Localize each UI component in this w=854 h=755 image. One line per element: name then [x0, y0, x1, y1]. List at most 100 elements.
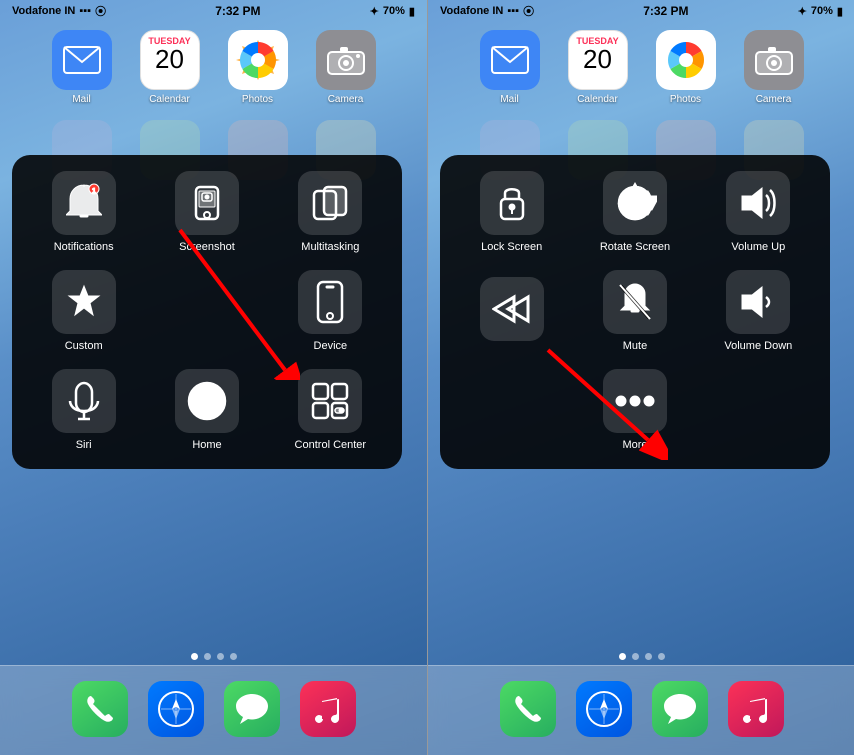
- battery-icon-right: ▮: [837, 5, 843, 18]
- app-camera-right[interactable]: Camera: [739, 30, 809, 105]
- empty-icon: [175, 280, 239, 344]
- mute-icon: [603, 270, 667, 334]
- camera-icon-right: [744, 30, 804, 90]
- status-bar-right: Vodafone IN ▪▪▪ ⦿ 7:32 PM ✦ 70% ▮: [428, 0, 854, 22]
- home-icon-left: [175, 369, 239, 433]
- volume-up-label: Volume Up: [731, 241, 785, 254]
- volume-down-label: Volume Down: [724, 340, 792, 353]
- assistive-overlay-left: 1 Notifications Screensh: [12, 155, 402, 469]
- assistive-rotate-screen[interactable]: Rotate Screen: [579, 171, 690, 254]
- photos-icon-left: [228, 30, 288, 90]
- dock-music-right[interactable]: [728, 681, 784, 737]
- dock-messages-left[interactable]: [224, 681, 280, 737]
- status-bar-left: Vodafone IN ▪▪▪ ⦿ 7:32 PM ✦ 70% ▮: [0, 0, 427, 22]
- custom-icon: [52, 270, 116, 334]
- page-dot-1: [191, 653, 198, 660]
- screenshot-icon: [175, 171, 239, 235]
- app-mail-left[interactable]: Mail: [47, 30, 117, 105]
- app-mail-right[interactable]: Mail: [475, 30, 545, 105]
- photos-label-left: Photos: [242, 94, 273, 105]
- assistive-volume-up[interactable]: Volume Up: [703, 171, 814, 254]
- notifications-icon: 1: [52, 171, 116, 235]
- mail-icon-right: [480, 30, 540, 90]
- page-dot-r3: [645, 653, 652, 660]
- status-right-right: ✦ 70% ▮: [798, 5, 843, 18]
- status-time-left: 7:32 PM: [215, 4, 260, 18]
- mail-icon: [52, 30, 112, 90]
- battery-right: 70%: [811, 5, 833, 17]
- top-app-row-left: Mail Tuesday 20 Calendar: [0, 30, 427, 105]
- status-left: Vodafone IN ▪▪▪ ⦿: [12, 3, 106, 19]
- assistive-mute[interactable]: Mute: [579, 270, 690, 353]
- assistive-screenshot[interactable]: Screenshot: [151, 171, 262, 254]
- volume-up-icon: [726, 171, 790, 235]
- page-dot-3: [217, 653, 224, 660]
- app-camera-left[interactable]: Camera: [311, 30, 381, 105]
- app-photos-left[interactable]: Photos: [223, 30, 293, 105]
- left-screen: Vodafone IN ▪▪▪ ⦿ 7:32 PM ✦ 70% ▮ Mail T…: [0, 0, 427, 755]
- right-screen: Vodafone IN ▪▪▪ ⦿ 7:32 PM ✦ 70% ▮ Mail T…: [428, 0, 854, 755]
- signal-icon-right: ▪▪▪: [507, 5, 519, 17]
- page-dots-right: [428, 653, 854, 660]
- assistive-home[interactable]: Home: [151, 369, 262, 452]
- assistive-custom[interactable]: Custom: [28, 270, 139, 353]
- screenshot-label: Screenshot: [179, 241, 235, 254]
- mail-label-right: Mail: [500, 94, 518, 105]
- photos-icon-right: [656, 30, 716, 90]
- back-icon: [480, 277, 544, 341]
- wifi-icon-right: ⦿: [523, 3, 534, 19]
- page-dot-4: [230, 653, 237, 660]
- page-dot-2: [204, 653, 211, 660]
- assistive-multitasking[interactable]: Multitasking: [275, 171, 386, 254]
- dock-right: [428, 665, 854, 755]
- app-photos-right[interactable]: Photos: [651, 30, 721, 105]
- page-dot-r2: [632, 653, 639, 660]
- top-app-row-right: Mail Tuesday 20 Calendar: [428, 30, 854, 105]
- signal-icon: ▪▪▪: [79, 5, 91, 17]
- dock-music-left[interactable]: [300, 681, 356, 737]
- battery-icon-left: ▮: [409, 5, 415, 18]
- dock-messages-right[interactable]: [652, 681, 708, 737]
- assistive-more[interactable]: More: [579, 369, 690, 452]
- photos-label-right: Photos: [670, 94, 701, 105]
- calendar-icon-right: Tuesday 20: [568, 30, 628, 90]
- rotate-screen-icon: [603, 171, 667, 235]
- right-overlay-grid: Lock Screen: [456, 171, 814, 453]
- app-calendar-left[interactable]: Tuesday 20 Calendar: [135, 30, 205, 105]
- dock-phone-left[interactable]: [72, 681, 128, 737]
- status-right-left: ✦ 70% ▮: [370, 5, 415, 18]
- camera-label-left: Camera: [328, 94, 364, 105]
- assistive-control-center[interactable]: Control Center: [275, 369, 386, 452]
- lock-screen-icon: [480, 171, 544, 235]
- dock-safari-right[interactable]: [576, 681, 632, 737]
- dock-phone-right[interactable]: [500, 681, 556, 737]
- more-icon: [603, 369, 667, 433]
- assistive-back[interactable]: [456, 270, 567, 353]
- assistive-volume-down[interactable]: Volume Down: [703, 270, 814, 353]
- home-label: Home: [192, 439, 221, 452]
- camera-label-right: Camera: [756, 94, 792, 105]
- assistive-overlay-right: Lock Screen: [440, 155, 830, 469]
- notifications-label: Notifications: [54, 241, 114, 254]
- assistive-device[interactable]: Device: [275, 270, 386, 353]
- dock-safari-left[interactable]: [148, 681, 204, 737]
- bt-icon-right: ✦: [798, 5, 807, 18]
- calendar-label-left: Calendar: [149, 94, 190, 105]
- assistive-grid-left: 1 Notifications Screensh: [28, 171, 386, 453]
- app-calendar-right[interactable]: Tuesday 20 Calendar: [563, 30, 633, 105]
- volume-down-icon: [726, 270, 790, 334]
- multitasking-icon: [298, 171, 362, 235]
- assistive-notifications[interactable]: 1 Notifications: [28, 171, 139, 254]
- assistive-lock-screen[interactable]: Lock Screen: [456, 171, 567, 254]
- assistive-siri[interactable]: Siri: [28, 369, 139, 452]
- device-icon: [298, 270, 362, 334]
- carrier-left: Vodafone IN: [12, 5, 75, 17]
- siri-label: Siri: [76, 439, 92, 452]
- control-center-label: Control Center: [295, 439, 367, 452]
- bt-icon: ✦: [370, 5, 379, 18]
- mail-label-left: Mail: [72, 94, 90, 105]
- dock-left: [0, 665, 427, 755]
- siri-icon: [52, 369, 116, 433]
- custom-label: Custom: [65, 340, 103, 353]
- status-time-right: 7:32 PM: [643, 4, 688, 18]
